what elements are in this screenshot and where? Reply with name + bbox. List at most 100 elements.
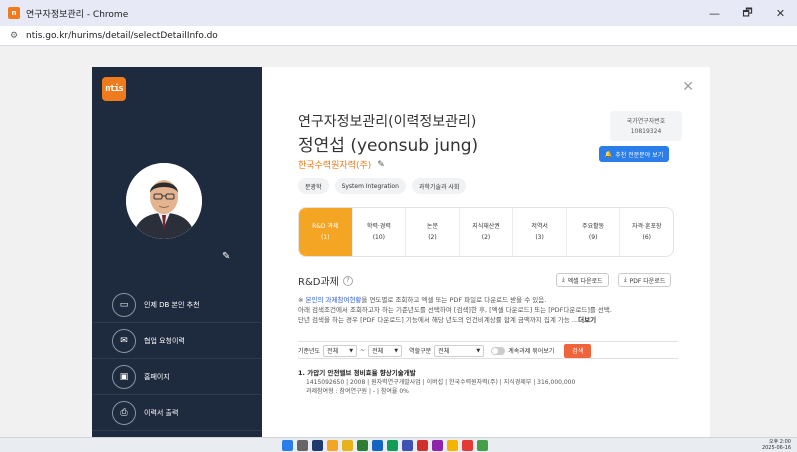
keyword-tag: 분광학 [298, 178, 329, 194]
chevron-down-icon: ▼ [349, 347, 354, 354]
site-settings-icon[interactable]: ⚙ [9, 31, 19, 41]
range-separator: ~ [360, 347, 366, 354]
taskbar-app-icon[interactable] [327, 440, 338, 451]
tab-label: 논문 [426, 223, 438, 230]
avatar [126, 163, 202, 239]
site-favicon-icon: n [8, 7, 20, 19]
tab-activities[interactable]: 주요활동 (9) [567, 208, 621, 256]
tab-papers[interactable]: 논문 (2) [406, 208, 460, 256]
taskbar-app-icon[interactable] [312, 440, 323, 451]
edit-org-icon[interactable]: ✎ [377, 160, 385, 170]
keyword-tags: 분광학 System Integration 과학기술과 사회 [298, 178, 472, 194]
taskbar-apps [282, 440, 492, 451]
researcher-id-box: 국가연구자번호 10819324 [610, 111, 682, 141]
year-from-value: 전체 [327, 348, 339, 355]
printer-icon: ⎙ [112, 400, 136, 425]
chevron-down-icon: ▼ [394, 347, 399, 354]
tab-education-career[interactable]: 학력·경력 (10) [353, 208, 407, 256]
windows-taskbar: 오후 2:00 2025-06-16 [0, 437, 797, 452]
year-from-select[interactable]: 전체 ▼ [323, 344, 358, 357]
minimize-button[interactable]: — [698, 0, 731, 26]
list-item[interactable]: 1. 가압기 안전밸브 정비효율 향상기술개발 1415092650 | 200… [298, 369, 678, 396]
search-button[interactable]: 검색 [564, 343, 592, 358]
role-filter-label: 역할구분 [409, 348, 432, 355]
close-window-button[interactable]: ✕ [764, 0, 797, 26]
tab-ip[interactable]: 지식재산권 (2) [460, 208, 514, 256]
tab-count: (10) [372, 234, 386, 241]
edit-photo-icon[interactable]: ✎ [222, 251, 232, 262]
recommend-expertise-label: 추천 전문분야 보기 [615, 151, 664, 159]
taskbar-app-icon[interactable] [357, 440, 368, 451]
mail-icon: ✉ [112, 328, 136, 353]
taskbar-app-icon[interactable] [387, 440, 398, 451]
notice-text: ※ 본인의 과제참여현황을 연도별로 조회하고 엑셀 또는 PDF 파일로 다운… [298, 295, 678, 325]
organization-name: 한국수력원자력(주) [298, 161, 372, 171]
tab-books[interactable]: 저역서 (3) [513, 208, 567, 256]
close-modal-icon[interactable]: ✕ [682, 79, 694, 95]
taskbar-app-icon[interactable] [402, 440, 413, 451]
taskbar-app-icon[interactable] [297, 440, 308, 451]
chevron-down-icon: ▼ [476, 347, 481, 354]
year-filter-label: 기준년도 [298, 348, 321, 355]
role-value: 전체 [438, 348, 450, 355]
taskbar-app-icon[interactable] [417, 440, 428, 451]
project-title[interactable]: 1. 가압기 안전밸브 정비효율 향상기술개발 [298, 369, 678, 378]
url-text[interactable]: ntis.go.kr/hurims/detail/selectDetailInf… [26, 31, 218, 41]
tab-count: (1) [321, 234, 330, 241]
page-viewport: ntis ✎ ▭ 인제 DB 본인 추천 ✉ 협업 요청이력 ▣ 홈페이지 ⎙ … [0, 47, 797, 437]
continuing-projects-toggle[interactable] [491, 346, 506, 355]
sidebar-item-label: 홈페이지 [144, 372, 170, 381]
section-title: R&D과제 ? [298, 273, 353, 288]
notice-line-2: 아래 검색조건에서 조회하고자 하는 기준년도를 선택하여 [검색]한 후, [… [298, 306, 612, 314]
tab-label: 학력·경력 [366, 223, 391, 230]
taskbar-app-icon[interactable] [372, 440, 383, 451]
excel-download-button[interactable]: ⤓ 엑셀 다운로드 [556, 273, 609, 287]
sidebar-item-collab-history[interactable]: ✉ 협업 요청이력 [92, 323, 262, 359]
sidebar-menu: ▭ 인제 DB 본인 추천 ✉ 협업 요청이력 ▣ 홈페이지 ⎙ 이력서 출력 [92, 287, 262, 431]
sidebar-item-db-recommend[interactable]: ▭ 인제 DB 본인 추천 [92, 287, 262, 323]
tab-count: (9) [588, 234, 598, 241]
search-filter-row: 기준년도 전체 ▼ ~ 전체 ▼ 역할구분 전체 ▼ 계속과제 묶어보기 검색 [298, 341, 678, 359]
system-clock[interactable]: 오후 2:00 2025-06-16 [762, 439, 791, 451]
address-bar[interactable]: ⚙ ntis.go.kr/hurims/detail/selectDetailI… [0, 26, 797, 46]
taskbar-app-icon[interactable] [477, 440, 488, 451]
tab-label: 주요활동 [582, 223, 605, 230]
help-icon[interactable]: ? [342, 275, 353, 286]
taskbar-app-icon[interactable] [282, 440, 293, 451]
sidebar-item-label: 인제 DB 본인 추천 [144, 300, 200, 309]
restore-button[interactable]: 🗗 [731, 0, 764, 26]
ntis-logo: ntis [102, 77, 126, 101]
recommend-expertise-button[interactable]: 🔔 추천 전문분야 보기 [599, 146, 669, 162]
section-title-text: R&D과제 [298, 277, 339, 288]
researcher-id-label: 국가연구자번호 [626, 118, 666, 125]
tab-rnd[interactable]: R&D 과제 (1) [299, 208, 353, 256]
more-link[interactable]: 더보기 [578, 316, 596, 324]
taskbar-app-icon[interactable] [447, 440, 458, 451]
window-controls: — 🗗 ✕ [698, 0, 797, 26]
id-card-icon: ▭ [112, 292, 136, 317]
sidebar-item-print-resume[interactable]: ⎙ 이력서 출력 [92, 395, 262, 431]
window-title: 연구자정보관리 - Chrome [26, 9, 129, 20]
notice-line-1: ※ 본인의 과제참여현황을 연도별로 조회하고 엑셀 또는 PDF 파일로 다운… [298, 295, 678, 305]
sidebar-item-label: 협업 요청이력 [144, 336, 185, 345]
notice-line-3-wrap: 단년 검색을 하는 경우 [PDF 다운로드] 기능에서 해당 년도의 인건비계… [298, 315, 678, 325]
notice-line-1-rest: 을 연도별로 조회하고 엑셀 또는 PDF 파일로 다운로드 받을 수 있음. [361, 296, 547, 304]
tab-label: 저역서 [531, 223, 548, 230]
sidebar-item-homepage[interactable]: ▣ 홈페이지 [92, 359, 262, 395]
pdf-download-label: PDF 다운로드 [629, 277, 666, 285]
tab-count: (2) [428, 234, 437, 241]
tab-count: (2) [481, 234, 491, 241]
taskbar-app-icon[interactable] [342, 440, 353, 451]
taskbar-app-icon[interactable] [432, 440, 443, 451]
year-to-select[interactable]: 전체 ▼ [368, 344, 403, 357]
continuing-projects-label: 계속과제 묶어보기 [508, 348, 555, 355]
role-select[interactable]: 전체 ▼ [434, 344, 485, 357]
organization-row: 한국수력원자력(주) ✎ [298, 158, 385, 172]
tab-certifications[interactable]: 자격·훈포장 (6) [620, 208, 673, 256]
pdf-download-button[interactable]: ⤓ PDF 다운로드 [618, 273, 672, 287]
keyword-tag: System Integration [334, 178, 406, 194]
year-to-value: 전체 [372, 348, 384, 355]
clock-date: 2025-06-16 [761, 445, 791, 451]
keyword-tag: 과학기술과 사회 [411, 178, 467, 194]
taskbar-app-icon[interactable] [462, 440, 473, 451]
